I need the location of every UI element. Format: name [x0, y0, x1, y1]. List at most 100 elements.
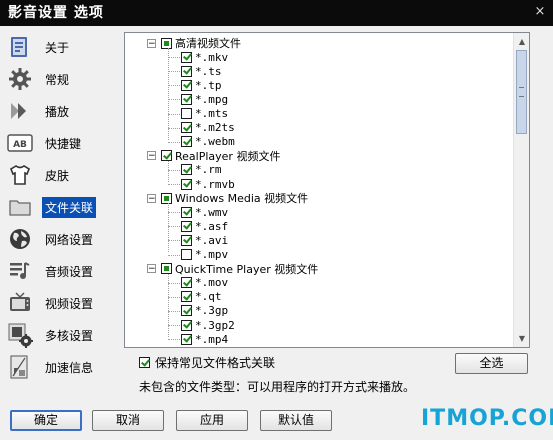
sidebar-item-keyboard[interactable]: AB 快捷键: [4, 128, 120, 158]
sidebar-item-globe[interactable]: 网络设置: [4, 224, 120, 254]
collapse-icon[interactable]: −: [147, 264, 156, 274]
collapse-icon[interactable]: −: [147, 193, 156, 203]
file-type-item[interactable]: *.ts: [181, 64, 222, 78]
vertical-scrollbar[interactable]: ▲ ▼: [513, 33, 529, 347]
file-type-item[interactable]: *.3gp2: [181, 318, 235, 332]
tree-group[interactable]: − 高清视频文件: [147, 36, 241, 50]
dialog-body: 关于常规播放 AB 快捷键 皮肤 文件关联 网络设置 音频设置 视频设置 多核设置加速信息 − 高…: [0, 26, 553, 440]
file-type-item[interactable]: *.mp4: [181, 332, 228, 346]
file-type-item[interactable]: *.mts: [181, 107, 228, 121]
sidebar-item-multicore[interactable]: 多核设置: [4, 320, 120, 350]
file-type-item[interactable]: *.asf: [181, 219, 228, 233]
sidebar-item-tv[interactable]: 视频设置: [4, 288, 120, 318]
group-label: QuickTime Player 视频文件: [175, 262, 319, 276]
folder-icon: [6, 193, 34, 221]
group-checkbox[interactable]: [161, 150, 172, 162]
sidebar-item-label: 常规: [45, 72, 70, 87]
file-type-label: *.m2ts: [195, 121, 235, 135]
sidebar-item-label: 加速信息: [45, 360, 94, 375]
file-type-item[interactable]: *.rmvb: [181, 177, 235, 191]
scroll-down-icon[interactable]: ▼: [515, 331, 529, 345]
group-label: 高清视频文件: [175, 37, 241, 50]
defaults-button[interactable]: 默认值: [260, 410, 332, 431]
file-type-item[interactable]: *.m2ts: [181, 121, 235, 135]
file-type-checkbox[interactable]: [181, 108, 192, 119]
tree-connector: [168, 184, 180, 185]
scroll-thumb[interactable]: [516, 50, 527, 134]
collapse-icon[interactable]: −: [147, 151, 156, 161]
file-type-checkbox[interactable]: [181, 65, 192, 77]
group-checkbox[interactable]: [161, 192, 172, 204]
group-checkbox[interactable]: [161, 37, 172, 49]
sidebar-item-accelerate[interactable]: 加速信息: [4, 352, 120, 382]
file-type-checkbox[interactable]: [181, 122, 192, 134]
sidebar-item-about[interactable]: 关于: [4, 32, 120, 62]
cancel-button[interactable]: 取消: [92, 410, 164, 431]
file-type-checkbox[interactable]: [181, 206, 192, 218]
tree-connector: [168, 113, 180, 115]
file-type-checkbox[interactable]: [181, 178, 192, 190]
file-type-checkbox[interactable]: [181, 79, 192, 91]
sidebar-item-tshirt[interactable]: 皮肤: [4, 160, 120, 190]
file-type-checkbox[interactable]: [181, 220, 192, 232]
file-type-item[interactable]: *.qt: [181, 290, 222, 304]
file-type-checkbox[interactable]: [181, 93, 192, 105]
audio-icon: [6, 257, 34, 285]
sidebar-item-audio[interactable]: 音频设置: [4, 256, 120, 286]
file-type-checkbox[interactable]: [181, 277, 192, 289]
sidebar-item-gear[interactable]: 常规: [4, 64, 120, 94]
apply-button[interactable]: 应用: [176, 410, 248, 431]
file-type-item[interactable]: *.tp: [181, 78, 222, 92]
sidebar: 关于常规播放 AB 快捷键 皮肤 文件关联 网络设置 音频设置 视频设置 多核设置加速信息: [4, 30, 120, 402]
play-icon: [6, 97, 34, 125]
file-type-checkbox[interactable]: [181, 333, 192, 345]
tshirt-icon: [6, 161, 34, 189]
file-type-checkbox[interactable]: [181, 291, 192, 303]
collapse-icon[interactable]: −: [147, 38, 156, 48]
file-type-item[interactable]: *.mpg: [181, 92, 228, 106]
file-type-label: *.mpv: [195, 248, 229, 261]
group-checkbox[interactable]: [161, 263, 172, 275]
file-type-item[interactable]: *.webm: [181, 135, 235, 149]
tree-connector: [168, 48, 169, 140]
keep-association-checkbox[interactable]: 保持常见文件格式关联: [139, 354, 275, 371]
file-type-label: *.wmv: [195, 205, 229, 219]
file-type-item[interactable]: *.wmv: [181, 205, 228, 219]
file-type-checkbox[interactable]: [181, 51, 192, 63]
tree-connector: [168, 71, 180, 73]
sidebar-item-label: 快捷键: [45, 136, 82, 151]
file-type-checkbox[interactable]: [181, 164, 192, 176]
title-bar: 影音设置 选项 ×: [0, 0, 553, 26]
tree-connector: [168, 57, 180, 59]
file-type-label: *.webm: [195, 135, 235, 149]
file-type-item[interactable]: *.mpv: [181, 248, 228, 262]
ok-button[interactable]: 确定: [10, 410, 82, 431]
file-association-panel: − 高清视频文件 *.mkv *.ts *.tp *.mpg *.mts *.m2ts *.we…: [124, 32, 530, 348]
select-all-button[interactable]: 全选: [455, 353, 528, 374]
file-type-checkbox[interactable]: [181, 249, 192, 260]
sidebar-item-play[interactable]: 播放: [4, 96, 120, 126]
sidebar-item-folder[interactable]: 文件关联: [4, 192, 120, 222]
tree-connector: [168, 169, 180, 171]
file-type-item[interactable]: *.avi: [181, 233, 228, 247]
file-type-item[interactable]: *.mkv: [181, 50, 228, 64]
file-type-label: *.rmvb: [195, 177, 235, 191]
keep-association-box[interactable]: [139, 357, 150, 368]
file-type-item[interactable]: *.3gp: [181, 304, 228, 318]
file-type-item[interactable]: *.mov: [181, 276, 228, 290]
file-type-checkbox[interactable]: [181, 305, 192, 317]
close-icon[interactable]: ×: [533, 5, 547, 19]
file-type-label: *.mpg: [195, 92, 229, 106]
file-type-item[interactable]: *.rm: [181, 163, 222, 177]
file-type-checkbox[interactable]: [181, 234, 192, 246]
window-title: 影音设置 选项: [8, 5, 104, 21]
tree-group[interactable]: − Windows Media 视频文件: [147, 191, 308, 205]
file-type-checkbox[interactable]: [181, 136, 192, 148]
file-type-label: *.ts: [195, 64, 222, 78]
watermark: ITMOP.COM: [421, 406, 553, 431]
scroll-up-icon[interactable]: ▲: [515, 34, 529, 48]
file-type-checkbox[interactable]: [181, 319, 192, 331]
file-type-label: *.mp4: [195, 332, 229, 346]
tree-group[interactable]: − QuickTime Player 视频文件: [147, 262, 318, 276]
tree-connector: [168, 85, 180, 87]
